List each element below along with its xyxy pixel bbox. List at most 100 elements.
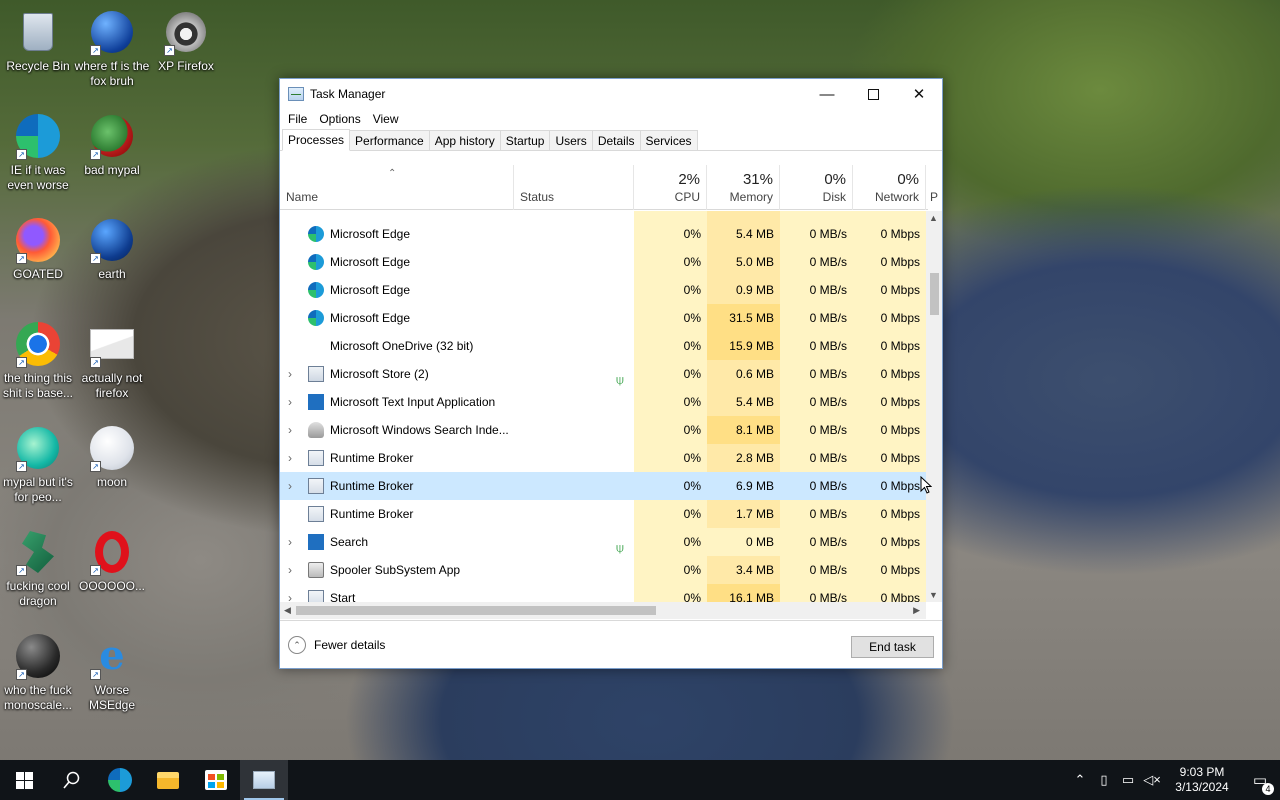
process-row[interactable]: › Runtime Broker 0% 2.8 MB 0 MB/s 0 Mbps bbox=[280, 444, 926, 472]
memory-cell: 16.1 MB bbox=[707, 584, 780, 602]
process-list: Microsoft Edge 0% 5.4 MB 0 MB/s 0 Mbps Micros… bbox=[280, 211, 926, 602]
process-row[interactable]: › Runtime Broker 0% 6.9 MB 0 MB/s 0 Mbps bbox=[280, 472, 926, 500]
chrome-icon: ↗ bbox=[14, 320, 62, 368]
process-row[interactable]: › Search ⍦ 0% 0 MB 0 MB/s 0 Mbps bbox=[280, 528, 926, 556]
column-name-label: Name bbox=[286, 190, 319, 204]
process-row[interactable]: Microsoft OneDrive (32 bit) 0% 15.9 MB 0 MB… bbox=[280, 332, 926, 360]
desktop-icon-label: mypal but it's for peo... bbox=[3, 475, 73, 504]
cpu-cell: 0% bbox=[634, 444, 707, 472]
desktop-icon-fox[interactable]: ↗ where tf is the fox bruh bbox=[74, 8, 150, 89]
end-task-button[interactable]: End task bbox=[851, 636, 934, 658]
chevron-right-icon[interactable]: › bbox=[288, 584, 298, 602]
process-row[interactable]: Microsoft Edge 0% 0.9 MB 0 MB/s 0 Mbps bbox=[280, 276, 926, 304]
title-bar[interactable]: Task Manager — ✕ bbox=[280, 79, 942, 109]
process-row[interactable]: Runtime Broker 0% 1.7 MB 0 MB/s 0 Mbps bbox=[280, 500, 926, 528]
tab-processes[interactable]: Processes bbox=[282, 129, 351, 151]
desktop-icon-not-firefox[interactable]: ↗ actually not firefox bbox=[74, 320, 150, 401]
desktop-icon-opera[interactable]: ↗ OOOOOO... bbox=[74, 528, 150, 594]
process-row[interactable]: › Microsoft Text Input Application 0% 5.4 M… bbox=[280, 388, 926, 416]
network-icon[interactable]: ▭ bbox=[1116, 772, 1140, 788]
taskbar-task-manager-button[interactable] bbox=[240, 760, 288, 800]
column-disk[interactable]: 0% Disk bbox=[780, 165, 853, 210]
tab-services[interactable]: Services bbox=[639, 130, 698, 150]
printer-icon bbox=[308, 562, 324, 578]
chevron-right-icon[interactable]: › bbox=[288, 416, 298, 444]
process-row[interactable]: › Spooler SubSystem App 0% 3.4 MB 0 MB/s 0 Mb… bbox=[280, 556, 926, 584]
desktop-icon-moon[interactable]: ↗ moon bbox=[74, 424, 150, 490]
desktop-icon-earth[interactable]: ↗ earth bbox=[74, 216, 150, 282]
action-center-button[interactable]: ▭ 4 bbox=[1240, 771, 1280, 795]
tab-details[interactable]: Details bbox=[591, 130, 641, 150]
device-icon[interactable]: ▯ bbox=[1092, 772, 1116, 788]
show-hidden-icons-button[interactable]: ⌃ bbox=[1068, 772, 1092, 788]
column-power[interactable]: P bbox=[926, 165, 946, 210]
scroll-left-icon[interactable]: ◀ bbox=[284, 605, 291, 616]
edge-icon: ↗ bbox=[14, 112, 62, 160]
taskbar-file-explorer-button[interactable] bbox=[144, 760, 192, 800]
tab-performance[interactable]: Performance bbox=[349, 130, 430, 150]
vertical-scroll-thumb[interactable] bbox=[930, 273, 939, 315]
taskbar-edge-button[interactable] bbox=[96, 760, 144, 800]
column-name[interactable]: ⌃ Name bbox=[280, 165, 514, 210]
chevron-right-icon[interactable]: › bbox=[288, 472, 298, 500]
chevron-right-icon[interactable]: › bbox=[288, 360, 298, 388]
desktop-icon-goated[interactable]: ↗ GOATED bbox=[0, 216, 76, 282]
desktop-icon-bad-mypal[interactable]: ↗ bad mypal bbox=[74, 112, 150, 178]
chevron-right-icon[interactable]: › bbox=[288, 444, 298, 472]
desktop-icon-xp-firefox[interactable]: ↗ XP Firefox bbox=[148, 8, 224, 74]
process-row[interactable]: Microsoft Edge 0% 5.0 MB 0 MB/s 0 Mbps bbox=[280, 248, 926, 276]
dark-globe-icon: ↗ bbox=[14, 632, 62, 680]
close-button[interactable]: ✕ bbox=[896, 79, 942, 109]
column-memory[interactable]: 31% Memory bbox=[707, 165, 780, 210]
menu-view[interactable]: View bbox=[367, 112, 405, 126]
scroll-down-icon[interactable]: ▼ bbox=[929, 590, 938, 600]
clock[interactable]: 9:03 PM 3/13/2024 bbox=[1164, 765, 1240, 795]
desktop-icon-monoscale[interactable]: ↗ who the fuck monoscale... bbox=[0, 632, 76, 713]
system-tray: ⌃ ▯ ▭ ◁× 9:03 PM 3/13/2024 ▭ 4 bbox=[1068, 760, 1280, 800]
process-row[interactable]: › Microsoft Store (2) ⍦ 0% 0.6 MB 0 MB/s 0 Mbp… bbox=[280, 360, 926, 388]
column-status[interactable]: Status bbox=[514, 165, 634, 210]
process-row[interactable]: Microsoft Edge 0% 5.4 MB 0 MB/s 0 Mbps bbox=[280, 220, 926, 248]
desktop-icon-worse-msedge[interactable]: e ↗ Worse MSEdge bbox=[74, 632, 150, 713]
process-row[interactable]: › Microsoft Windows Search Inde... 0% 8.1 M… bbox=[280, 416, 926, 444]
tab-startup[interactable]: Startup bbox=[499, 130, 551, 150]
shortcut-arrow-icon: ↗ bbox=[90, 253, 101, 264]
desktop-icon-dragon[interactable]: ↗ fucking cool dragon bbox=[0, 528, 76, 609]
desktop-icon-mypal-people[interactable]: ↗ mypal but it's for peo... bbox=[0, 424, 76, 505]
chevron-right-icon[interactable]: › bbox=[288, 388, 298, 416]
desktop-icon-label: Worse MSEdge bbox=[88, 683, 136, 712]
chevron-right-icon[interactable]: › bbox=[288, 528, 298, 556]
tab-app-history[interactable]: App history bbox=[428, 130, 501, 150]
volume-muted-icon[interactable]: ◁× bbox=[1140, 772, 1164, 788]
column-cpu[interactable]: 2% CPU bbox=[634, 165, 707, 210]
start-button[interactable] bbox=[0, 760, 48, 800]
disk-cell: 0 MB/s bbox=[780, 584, 853, 602]
column-network[interactable]: 0% Network bbox=[853, 165, 926, 210]
network-cell: 0 Mbps bbox=[853, 248, 926, 276]
cpu-cell: 0% bbox=[634, 416, 707, 444]
maximize-button[interactable] bbox=[850, 79, 896, 109]
horizontal-scrollbar[interactable]: ◀ ▶ bbox=[280, 602, 926, 619]
minimize-button[interactable]: — bbox=[804, 79, 850, 109]
desktop-icon-label: IE if it was even worse bbox=[7, 163, 69, 192]
horizontal-scroll-thumb[interactable] bbox=[296, 606, 656, 615]
taskbar-store-button[interactable] bbox=[192, 760, 240, 800]
vertical-scrollbar[interactable]: ▲ ▼ bbox=[926, 211, 942, 602]
network-cell: 0 Mbps bbox=[853, 500, 926, 528]
scroll-right-icon[interactable]: ▶ bbox=[913, 605, 920, 616]
process-row[interactable] bbox=[280, 211, 926, 220]
desktop-icon-chrome[interactable]: ↗ the thing this shit is base... bbox=[0, 320, 76, 401]
network-cell: 0 Mbps bbox=[853, 416, 926, 444]
process-row[interactable]: Microsoft Edge 0% 31.5 MB 0 MB/s 0 Mbps bbox=[280, 304, 926, 332]
chevron-right-icon[interactable]: › bbox=[288, 556, 298, 584]
process-row[interactable]: › Start 0% 16.1 MB 0 MB/s 0 Mbps bbox=[280, 584, 926, 602]
tab-users[interactable]: Users bbox=[549, 130, 593, 150]
process-name-cell: › Microsoft Text Input Application bbox=[280, 388, 634, 416]
taskbar-search-button[interactable] bbox=[48, 760, 96, 800]
menu-options[interactable]: Options bbox=[313, 112, 366, 126]
menu-file[interactable]: File bbox=[282, 112, 313, 126]
desktop-icon-ie-worse[interactable]: ↗ IE if it was even worse bbox=[0, 112, 76, 193]
scroll-up-icon[interactable]: ▲ bbox=[929, 213, 938, 223]
desktop-icon-recycle-bin[interactable]: Recycle Bin bbox=[0, 8, 76, 74]
fewer-details-button[interactable]: ⌃ Fewer details bbox=[288, 636, 385, 654]
